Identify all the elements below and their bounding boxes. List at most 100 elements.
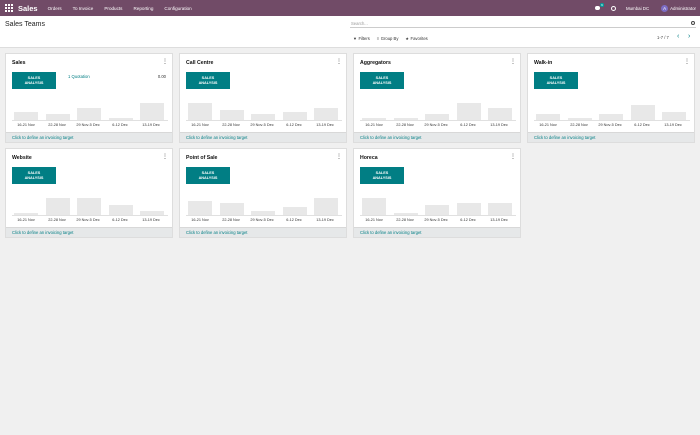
activity-clock-icon[interactable] — [610, 5, 616, 11]
week-label: 13-19 Dec — [316, 218, 334, 222]
sales-analysis-button[interactable]: SALES ANALYSIS — [186, 72, 230, 89]
filters-button[interactable]: ▼ Filters — [353, 36, 370, 41]
sales-graph[interactable] — [534, 92, 690, 120]
week-label: 16-21 Nov — [191, 123, 209, 127]
graph-bar — [662, 112, 686, 120]
app-brand[interactable]: Sales — [18, 4, 38, 13]
menu-to-invoice[interactable]: To Invoice — [73, 6, 94, 11]
sales-analysis-button[interactable]: SALES ANALYSIS — [12, 167, 56, 184]
team-name[interactable]: Call Centre — [186, 60, 213, 66]
apps-grid-icon[interactable] — [5, 4, 13, 12]
week-label: 6-12 Dec — [112, 218, 128, 222]
chat-icon[interactable]: 9 — [594, 3, 604, 11]
menu-reporting[interactable]: Reporting — [133, 6, 153, 11]
kebab-menu-icon[interactable]: ⋮ — [336, 58, 342, 65]
invoicing-target-link[interactable]: Click to define an invoicing target — [180, 132, 346, 142]
team-card[interactable]: Aggregators ⋮ SALES ANALYSIS 16-21 Nov 22-28 … — [353, 53, 521, 143]
search-input[interactable]: Search... — [350, 21, 696, 28]
filters-label: Filters — [358, 36, 370, 41]
invoicing-target-link[interactable]: Click to define an invoicing target — [354, 227, 520, 237]
graph-bar — [314, 198, 338, 215]
pager-next-icon[interactable]: › — [688, 33, 690, 41]
team-card[interactable]: Sales ⋮ SALES ANALYSIS 1 Quotation 0.00 16-21 … — [5, 53, 173, 143]
kebab-menu-icon[interactable]: ⋮ — [162, 153, 168, 160]
week-label: 6-12 Dec — [286, 123, 302, 127]
week-label: 6-12 Dec — [112, 123, 128, 127]
menu-orders[interactable]: Orders — [48, 6, 62, 11]
graph-bar — [140, 211, 164, 215]
menu-configuration[interactable]: Configuration — [164, 6, 191, 11]
week-label: 16-21 Nov — [539, 123, 557, 127]
star-icon: ★ — [405, 36, 410, 41]
group-by-icon: ≡ — [376, 36, 380, 41]
favorites-button[interactable]: ★ Favorites — [405, 36, 427, 41]
graph-bar — [77, 198, 101, 215]
sales-analysis-button[interactable]: SALES ANALYSIS — [534, 72, 578, 89]
invoicing-target-link[interactable]: Click to define an invoicing target — [354, 132, 520, 142]
sales-analysis-button[interactable]: SALES ANALYSIS — [186, 167, 230, 184]
kebab-menu-icon[interactable]: ⋮ — [510, 58, 516, 65]
menu-products[interactable]: Products — [104, 6, 122, 11]
graph-bar — [108, 118, 133, 120]
team-card[interactable]: Horeca ⋮ SALES ANALYSIS 16-21 Nov 22-28 Nov 29… — [353, 148, 521, 238]
week-label: 29 Nov-5 Dec — [76, 218, 100, 222]
sales-graph[interactable] — [360, 187, 516, 215]
week-label: 29 Nov-5 Dec — [598, 123, 622, 127]
user-avatar[interactable]: A — [661, 4, 669, 12]
team-name[interactable]: Horeca — [360, 155, 378, 161]
team-card[interactable]: Call Centre ⋮ SALES ANALYSIS 16-21 Nov 22-28 … — [179, 53, 347, 143]
week-label: 6-12 Dec — [460, 123, 476, 127]
graph-bar — [456, 103, 481, 120]
filter-icon: ▼ — [353, 36, 357, 41]
team-card[interactable]: Walk-in ⋮ SALES ANALYSIS 16-21 Nov 22-28 Nov 2… — [527, 53, 695, 143]
week-label: 6-12 Dec — [460, 218, 476, 222]
team-card[interactable]: Website ⋮ SALES ANALYSIS 16-21 Nov 22-28 Nov 2… — [5, 148, 173, 238]
search-placeholder: Search... — [351, 21, 368, 26]
company-switcher[interactable]: Mumbai DC — [626, 6, 649, 11]
chat-badge: 9 — [599, 3, 604, 7]
week-label: 16-21 Nov — [365, 123, 383, 127]
pager-value[interactable]: 1-7 / 7 — [657, 35, 669, 40]
sales-graph[interactable] — [186, 92, 342, 120]
kebab-menu-icon[interactable]: ⋮ — [336, 153, 342, 160]
kebab-menu-icon[interactable]: ⋮ — [510, 153, 516, 160]
sales-analysis-button[interactable]: SALES ANALYSIS — [360, 167, 404, 184]
kebab-menu-icon[interactable]: ⋮ — [162, 58, 168, 65]
week-label: 16-21 Nov — [191, 218, 209, 222]
sales-graph[interactable] — [12, 187, 168, 215]
team-name[interactable]: Walk-in — [534, 60, 552, 66]
invoicing-target-link[interactable]: Click to define an invoicing target — [180, 227, 346, 237]
week-label: 22-28 Nov — [222, 218, 240, 222]
sales-graph[interactable] — [12, 92, 168, 120]
kebab-menu-icon[interactable]: ⋮ — [684, 58, 690, 65]
team-card[interactable]: Point of Sale ⋮ SALES ANALYSIS 16-21 Nov 22-2… — [179, 148, 347, 238]
sales-graph[interactable] — [360, 92, 516, 120]
search-icon[interactable] — [691, 21, 695, 25]
group-by-label: Group By — [380, 36, 399, 41]
sales-graph[interactable] — [186, 187, 342, 215]
page-title: Sales Teams — [5, 21, 45, 28]
sales-analysis-button[interactable]: SALES ANALYSIS — [360, 72, 404, 89]
invoicing-target-link[interactable]: Click to define an invoicing target — [6, 227, 172, 237]
week-label: 13-19 Dec — [142, 218, 160, 222]
invoicing-target-link[interactable]: Click to define an invoicing target — [528, 132, 694, 142]
week-label: 13-19 Dec — [490, 218, 508, 222]
quotation-link[interactable]: 1 Quotation — [68, 74, 90, 79]
team-name[interactable]: Point of Sale — [186, 155, 217, 161]
week-label: 13-19 Dec — [664, 123, 682, 127]
sales-analysis-button[interactable]: SALES ANALYSIS — [12, 72, 56, 89]
team-name[interactable]: Sales — [12, 60, 26, 66]
pager-previous-icon[interactable]: ‹ — [677, 33, 679, 41]
group-by-button[interactable]: ≡ Group By — [377, 36, 399, 41]
user-name[interactable]: Administrator — [670, 6, 696, 11]
team-name[interactable]: Aggregators — [360, 60, 391, 66]
graph-bar — [188, 201, 212, 215]
graph-bar — [567, 118, 592, 120]
invoicing-target-link[interactable]: Click to define an invoicing target — [6, 132, 172, 142]
week-label: 29 Nov-5 Dec — [424, 123, 448, 127]
graph-bar — [45, 198, 70, 215]
graph-bar — [188, 103, 212, 120]
graph-bar — [14, 213, 38, 215]
team-name[interactable]: Website — [12, 155, 32, 161]
graph-bar — [488, 203, 512, 215]
